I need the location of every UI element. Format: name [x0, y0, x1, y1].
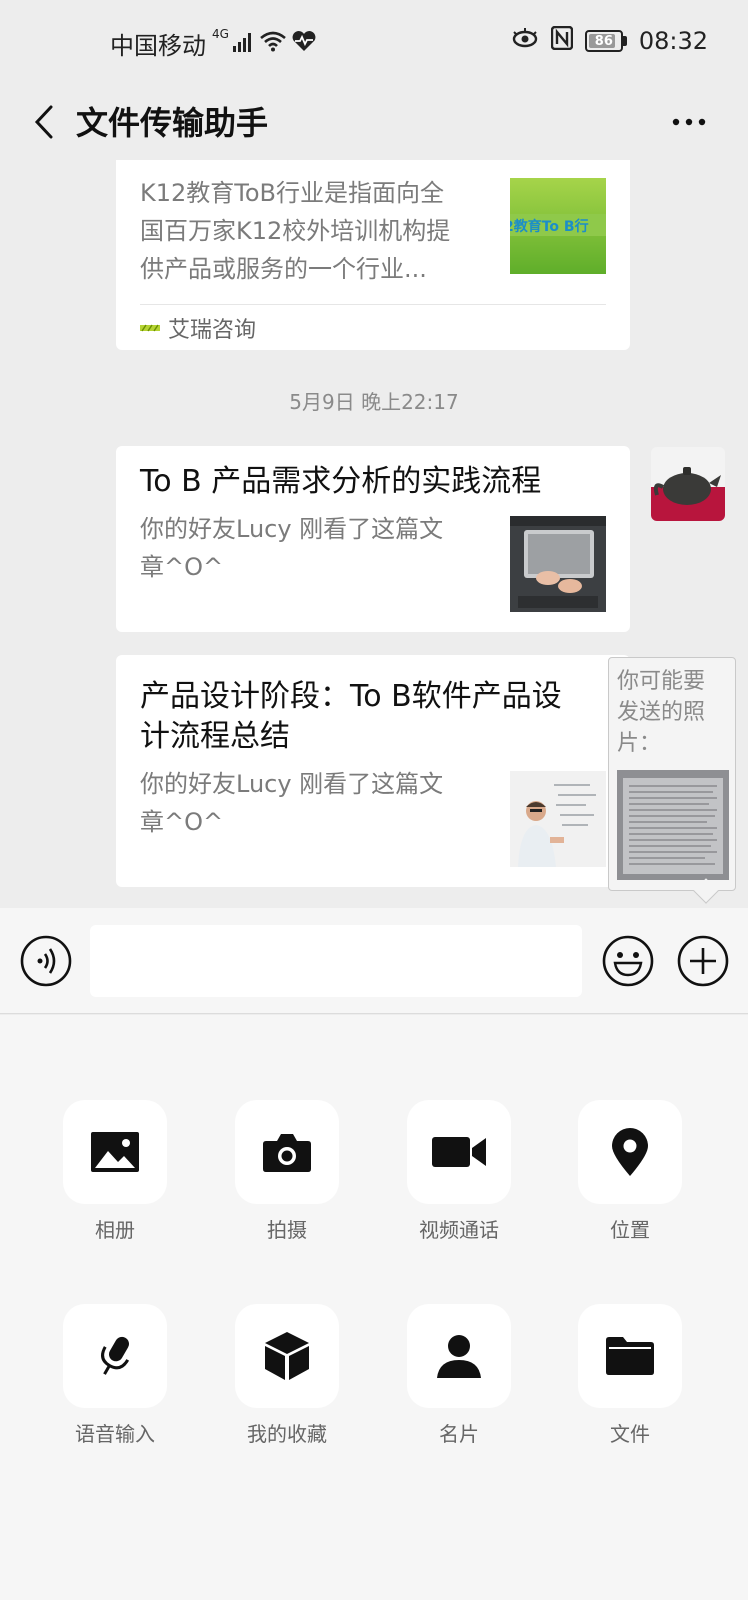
panel-item-location[interactable]: 位置 [578, 1100, 682, 1243]
page-title: 文件传输助手 [76, 104, 269, 142]
status-bar-right: 86 08:32 [511, 25, 708, 56]
article-summary: 你的好友Lucy 刚看了这篇文 章^O^ [140, 770, 444, 836]
article-card-1[interactable]: K12教育ToB行业是指面向全 国百万家K12校外培训机构提 供产品或服务的一个… [116, 160, 630, 350]
plus-button[interactable] [677, 935, 729, 987]
heart-rate-icon [291, 30, 317, 58]
panel-item-label: 拍摄 [267, 1218, 307, 1242]
wifi-icon [259, 30, 287, 58]
network-type: 4G [212, 26, 229, 41]
battery-icon: 86 [584, 30, 627, 52]
panel-item-label: 文件 [610, 1422, 650, 1446]
voice-button[interactable] [20, 935, 72, 987]
album-icon [91, 1132, 139, 1172]
panel-item-label: 相册 [95, 1218, 135, 1242]
carrier-name: 中国移动 [110, 32, 206, 60]
avatar[interactable] [651, 447, 725, 521]
function-panel: 相册 拍摄 视频通话 位置 语音输入 我的收藏 名片 文件 [0, 1015, 748, 1600]
status-bar: 中国移动 4G 86 08:32 [0, 0, 748, 86]
suggested-photo[interactable] [617, 770, 729, 880]
panel-item-label: 位置 [610, 1218, 650, 1242]
voice-icon [20, 935, 72, 987]
microphone-icon [101, 1336, 130, 1375]
contact-card-icon [437, 1335, 481, 1378]
back-button[interactable] [22, 100, 66, 144]
article-card-2[interactable]: To B 产品需求分析的实践流程 你的好友Lucy 刚看了这篇文 章^O^ [116, 446, 630, 632]
nfc-icon [550, 25, 574, 56]
status-bar-left: 中国移动 4G [110, 26, 317, 61]
article-summary: K12教育ToB行业是指面向全 国百万家K12校外培训机构提 供产品或服务的一个… [140, 179, 451, 283]
article-summary: 你的好友Lucy 刚看了这篇文 章^O^ [140, 515, 444, 581]
emoji-button[interactable] [602, 935, 654, 987]
more-button[interactable] [664, 100, 714, 144]
article-card-3[interactable]: 产品设计阶段：To B软件产品设 计流程总结 你的好友Lucy 刚看了这篇文 章… [116, 655, 630, 887]
battery-level: 86 [594, 33, 613, 49]
chevron-left-icon [34, 105, 53, 139]
chat-header: 文件传输助手 [0, 86, 748, 160]
chat-input-bar [0, 908, 748, 1014]
clock: 08:32 [638, 27, 708, 55]
favorites-icon [265, 1332, 309, 1380]
panel-item-contact-card[interactable]: 名片 [407, 1304, 511, 1447]
article-thumbnail: 2教育To B行 [510, 178, 606, 274]
panel-item-voice-input[interactable]: 语音输入 [63, 1304, 167, 1447]
photo-suggestion-text: 你可能要 发送的照 片： [617, 669, 706, 756]
plus-icon [677, 935, 729, 987]
folder-icon [606, 1337, 654, 1375]
camera-icon [263, 1134, 311, 1172]
popup-arrow [693, 878, 719, 904]
emoji-icon [602, 935, 654, 987]
message-timestamp: 5月9日 晚上22:17 [289, 390, 459, 414]
signal-icon [232, 30, 255, 58]
panel-item-album[interactable]: 相册 [63, 1100, 167, 1243]
eye-comfort-icon [511, 27, 539, 55]
article-thumbnail [510, 516, 606, 612]
article-thumbnail [510, 771, 606, 867]
article-title: 产品设计阶段：To B软件产品设 计流程总结 [140, 679, 562, 754]
panel-item-camera[interactable]: 拍摄 [235, 1100, 339, 1243]
panel-item-label: 名片 [439, 1422, 479, 1446]
article-title: To B 产品需求分析的实践流程 [140, 464, 542, 499]
panel-item-favorites[interactable]: 我的收藏 [235, 1304, 339, 1447]
panel-item-label: 语音输入 [75, 1422, 155, 1446]
message-input[interactable] [90, 925, 582, 997]
location-icon [612, 1128, 648, 1176]
panel-item-file[interactable]: 文件 [578, 1304, 682, 1447]
panel-item-video-call[interactable]: 视频通话 [407, 1100, 511, 1243]
panel-item-label: 我的收藏 [247, 1422, 327, 1446]
source-name: 艾瑞咨询 [168, 317, 257, 343]
panel-item-label: 视频通话 [419, 1218, 499, 1242]
photo-suggestion-popup[interactable]: 你可能要 发送的照 片： [608, 657, 736, 904]
video-call-icon [432, 1137, 486, 1167]
source-logo-icon [140, 324, 160, 331]
more-icon [672, 118, 706, 126]
article-source: 艾瑞咨询 [140, 304, 606, 350]
thumbnail-text: 2教育To B行 [510, 219, 589, 235]
